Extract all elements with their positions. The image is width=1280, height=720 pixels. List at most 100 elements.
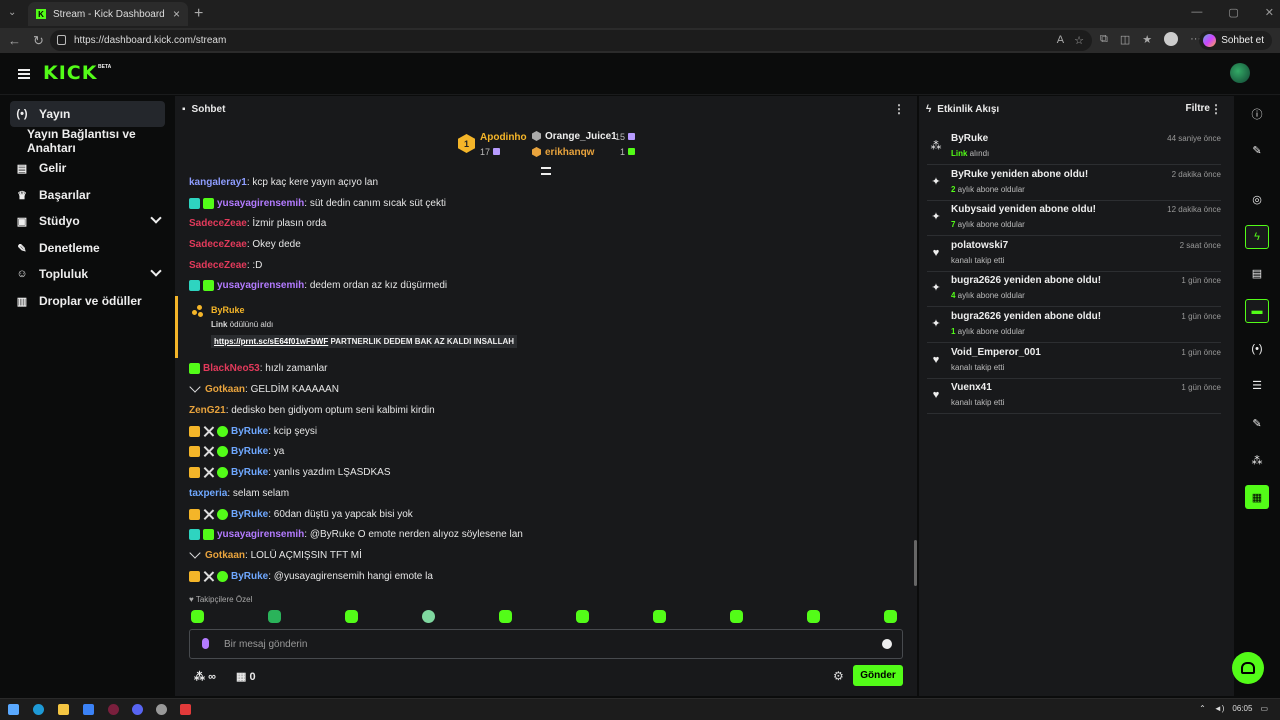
user-avatar[interactable] (1230, 63, 1250, 83)
app-icon[interactable] (108, 704, 119, 715)
activity-event[interactable]: ♥ Vuenx41 kanalı takip etti 1 gün önce (927, 379, 1221, 415)
chat-username[interactable]: Gotkaan (205, 384, 245, 395)
edit-pencil-icon[interactable]: ✎ (1245, 138, 1269, 162)
activity-feed-toggle-icon[interactable]: ϟ (1245, 225, 1269, 249)
emote-icon[interactable] (653, 610, 666, 623)
chat-username[interactable]: ByRuke (231, 426, 268, 437)
app-icon[interactable] (83, 704, 94, 715)
chat-options-icon[interactable]: ⋮ (893, 102, 905, 116)
chat-username[interactable]: taxperia (189, 488, 227, 499)
emote-icon[interactable] (345, 610, 358, 623)
chat-scrollbar[interactable] (914, 540, 917, 586)
notes-icon[interactable]: ▤ (1245, 261, 1269, 285)
refresh-icon[interactable]: ↻ (33, 33, 44, 49)
read-aloud-icon[interactable]: A (1057, 34, 1064, 47)
activity-event[interactable]: ✦ ByRuke yeniden abone oldu! 2 aylık abone… (927, 166, 1221, 201)
sidebar-item-droplar[interactable]: ▥ Droplar ve ödüller (10, 288, 165, 314)
sidebar-item-basarilar[interactable]: ♛ Başarılar (10, 182, 165, 208)
start-icon[interactable] (8, 704, 19, 715)
copilot-chat-button[interactable]: Sohbet et (1199, 31, 1272, 50)
notifications-icon[interactable]: ▭ (1260, 704, 1268, 713)
microphone-icon[interactable] (202, 638, 209, 649)
activity-event[interactable]: ⁂ ByRuke Link alındı 44 saniye önce (927, 130, 1221, 165)
chat-username[interactable]: BlackNeo53 (203, 363, 260, 374)
chat-username[interactable]: ByRuke (231, 509, 268, 520)
layout-icon[interactable]: ☰ (1245, 373, 1269, 397)
extensions-icon[interactable]: ⧉ (1100, 33, 1108, 46)
gift-counter[interactable]: ▦ 0 (236, 670, 256, 683)
broadcast-status-icon[interactable]: (•) (1245, 337, 1269, 361)
split-screen-icon[interactable]: ◫ (1120, 33, 1130, 46)
chat-toggle-icon[interactable]: ▬ (1245, 299, 1269, 323)
emoji-icon[interactable] (882, 639, 892, 649)
sidebar-item-topluluk[interactable]: ☺ Topluluk (10, 261, 165, 287)
clock[interactable]: 06:05 (1232, 704, 1252, 713)
site-info-icon[interactable] (57, 35, 66, 45)
maximize-icon[interactable]: ▢ (1228, 6, 1238, 19)
obs-icon[interactable] (180, 704, 191, 715)
chat-username[interactable]: ByRuke (231, 571, 268, 582)
chat-username[interactable]: Gotkaan (205, 550, 245, 561)
chat-username[interactable]: kangaleray1 (189, 177, 247, 188)
leader-first-name[interactable]: Apodinho (480, 132, 527, 143)
back-icon[interactable]: ← (8, 33, 21, 49)
close-tab-icon[interactable]: × (173, 7, 180, 21)
favorites-icon[interactable]: ★ (1142, 33, 1152, 46)
emote-icon[interactable] (422, 610, 435, 623)
emote-icon[interactable] (884, 610, 897, 623)
sidebar-item-studyo[interactable]: ▣ Stüdyo (10, 208, 165, 234)
hamburger-menu-icon[interactable] (18, 69, 30, 79)
emote-icon[interactable] (191, 610, 204, 623)
tray-chevron-icon[interactable]: ⌃ (1199, 704, 1206, 713)
chat-settings-gear-icon[interactable]: ⚙ (833, 669, 844, 683)
new-tab-icon[interactable]: + (194, 5, 203, 23)
emote-icon[interactable] (730, 610, 743, 623)
sidebar-item-gelir[interactable]: ▤ Gelir (10, 155, 165, 181)
emote-icon[interactable] (807, 610, 820, 623)
kick-logo[interactable]: KICK (43, 62, 97, 84)
activity-event[interactable]: ♥ polatowski7 kanalı takip etti 2 saat önce (927, 237, 1221, 272)
activity-options-icon[interactable]: ⋮ (1210, 102, 1222, 116)
leader-third-name[interactable]: erikhanqw (545, 147, 594, 158)
edge-icon[interactable] (33, 704, 44, 715)
chevron-down-icon[interactable] (150, 212, 162, 224)
emote-icon[interactable] (268, 610, 281, 623)
leader-second-name[interactable]: Orange_Juice1 (545, 131, 617, 142)
chat-username[interactable]: yusayagirensemih (217, 198, 304, 209)
url-input[interactable]: https://dashboard.kick.com/stream A ☆ (50, 30, 1092, 51)
browser-tab[interactable]: K Stream - Kick Dashboard × (28, 2, 188, 26)
send-button[interactable]: Gönder (853, 665, 903, 686)
reward-link[interactable]: https://prnt.sc/sE64f01wFbWF (214, 337, 328, 346)
filter-button[interactable]: Filtre (1186, 103, 1210, 114)
activity-event[interactable]: ✦ bugra2626 yeniden abone oldu! 4 aylık ab… (927, 272, 1221, 308)
emote-icon[interactable] (576, 610, 589, 623)
volume-icon[interactable]: ◄) (1214, 704, 1225, 713)
profile-avatar[interactable] (1164, 32, 1179, 46)
channel-points-icon[interactable]: ⁂ (1245, 448, 1269, 472)
support-chat-fab[interactable] (1232, 652, 1264, 684)
chat-username[interactable]: SadeceZeae (189, 239, 247, 250)
activity-event[interactable]: ✦ Kubysaid yeniden abone oldu! 7 aylık abo… (927, 201, 1221, 237)
screen-capture-icon[interactable]: ◎ (1245, 187, 1269, 211)
sidebar-item-yayin[interactable]: (•) Yayın (10, 101, 165, 127)
chat-username[interactable]: SadeceZeae (189, 260, 247, 271)
chat-username[interactable]: yusayagirensemih (217, 280, 304, 291)
app-icon[interactable] (156, 704, 167, 715)
chat-username[interactable]: ByRuke (231, 446, 268, 457)
sidebar-item-stream-key[interactable]: Yayın Bağlantısı ve Anahtarı (22, 127, 177, 155)
minimize-icon[interactable]: — (1191, 6, 1202, 19)
activity-event[interactable]: ♥ Void_Emperor_001 kanalı takip etti 1 gün … (927, 344, 1221, 379)
emote-icon[interactable] (499, 610, 512, 623)
chat-message-input[interactable]: Bir mesaj gönderin (189, 629, 903, 659)
chat-username[interactable]: SadeceZeae (189, 218, 247, 229)
close-window-icon[interactable]: ✕ (1265, 6, 1274, 19)
sidebar-item-denetleme[interactable]: ✎ Denetleme (10, 235, 165, 261)
clips-film-icon[interactable]: ▦ (1245, 485, 1269, 509)
moderation-wrench-icon[interactable]: ✎ (1245, 411, 1269, 435)
chat-username[interactable]: yusayagirensemih (217, 529, 304, 540)
chevron-down-icon[interactable] (150, 265, 162, 277)
tab-list-chevron-icon[interactable]: ⌄ (8, 7, 16, 18)
channel-points[interactable]: ⁂ ∞ (194, 670, 216, 683)
reward-user[interactable]: ByRuke (211, 305, 245, 315)
info-icon[interactable]: ⓘ (1245, 102, 1269, 126)
